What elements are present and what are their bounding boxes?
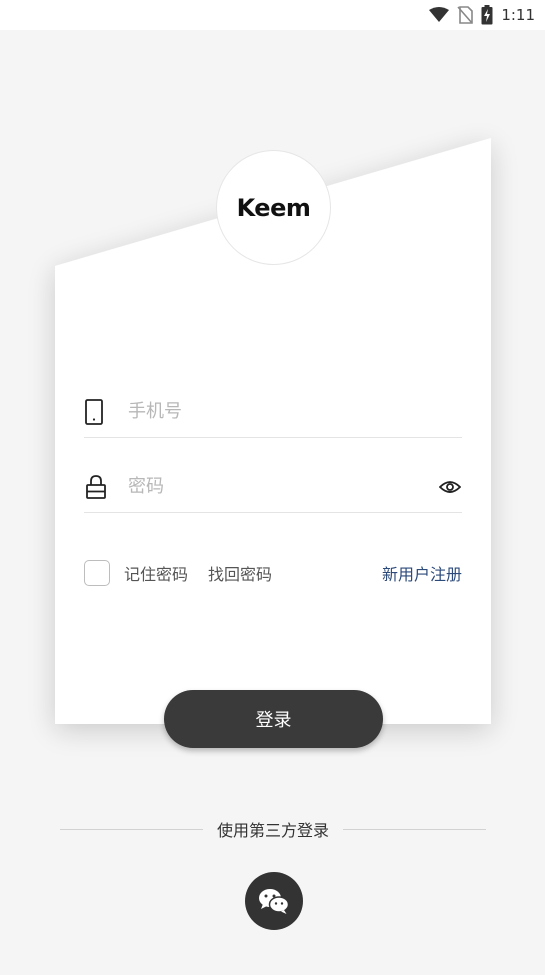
login-options: 记住密码 找回密码 新用户注册 xyxy=(84,558,462,588)
app-logo: Keem xyxy=(216,150,331,265)
remember-password-label[interactable]: 记住密码 xyxy=(124,561,188,585)
phone-input[interactable] xyxy=(128,391,462,432)
divider-line-right xyxy=(343,828,487,830)
wechat-login-button[interactable] xyxy=(245,872,303,930)
login-screen: 1:11 Keem 手机号 记住密码 找回密码 新用户注册 登录 使用第三方登录 xyxy=(0,0,545,975)
forgot-password-link[interactable]: 找回密码 xyxy=(208,561,272,585)
divider-line-left xyxy=(60,828,203,830)
phone-field xyxy=(84,386,462,438)
lock-icon xyxy=(84,473,112,501)
login-button[interactable]: 登录 xyxy=(164,690,383,748)
register-link[interactable]: 新用户注册 xyxy=(382,561,462,585)
third-party-label: 使用第三方登录 xyxy=(217,821,330,840)
wechat-icon xyxy=(259,889,290,914)
password-input[interactable] xyxy=(128,466,438,507)
phone-icon xyxy=(84,398,112,426)
password-field xyxy=(84,461,462,513)
eye-icon[interactable] xyxy=(438,475,462,499)
remember-password-checkbox[interactable] xyxy=(84,560,110,586)
third-party-divider: 使用第三方登录 xyxy=(60,816,487,842)
logo-text: Keem xyxy=(236,193,311,222)
